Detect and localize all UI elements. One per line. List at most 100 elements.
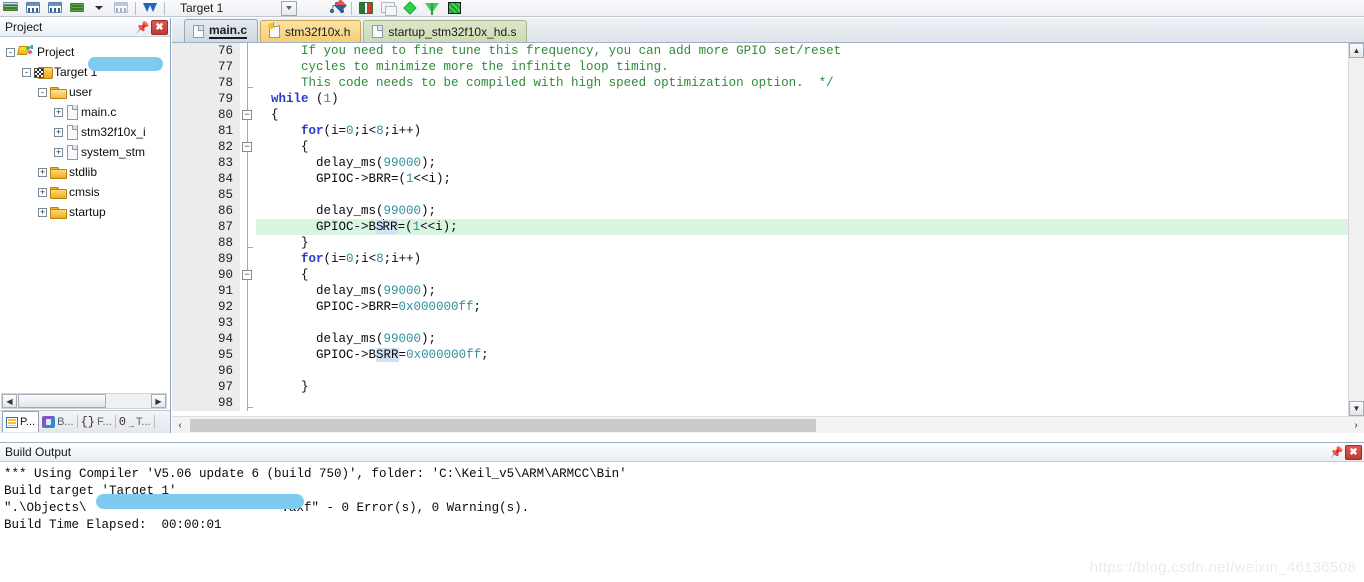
code-line[interactable]: 87 GPIOC->BSRR=(1<<i); bbox=[172, 219, 1348, 235]
tree-item-cmsis[interactable]: + cmsis bbox=[0, 182, 170, 202]
code-line[interactable]: 89 for(i=0;i<8;i++) bbox=[172, 251, 1348, 267]
fold-column[interactable] bbox=[240, 219, 256, 235]
code-line[interactable]: 80− { bbox=[172, 107, 1348, 123]
fold-column[interactable] bbox=[240, 283, 256, 299]
tab-project[interactable]: P... bbox=[2, 411, 40, 432]
editor-tab-main-c[interactable]: main.c bbox=[184, 19, 259, 42]
project-horizontal-scrollbar[interactable]: ◀ ▶ bbox=[1, 393, 167, 409]
scrollbar-thumb[interactable] bbox=[18, 394, 106, 408]
collapse-icon[interactable]: - bbox=[38, 87, 47, 97]
fold-column[interactable] bbox=[240, 347, 256, 363]
code-line[interactable]: 93 bbox=[172, 315, 1348, 331]
debug-diamond-icon[interactable] bbox=[399, 0, 421, 16]
fold-column[interactable] bbox=[240, 203, 256, 219]
code-line[interactable]: 81 for(i=0;i<8;i++) bbox=[172, 123, 1348, 139]
fold-column[interactable] bbox=[240, 251, 256, 267]
code-line[interactable]: 90− { bbox=[172, 267, 1348, 283]
target-options-icon[interactable] bbox=[326, 0, 348, 16]
close-icon[interactable]: ✖ bbox=[151, 19, 168, 35]
fold-column[interactable] bbox=[240, 299, 256, 315]
expand-icon[interactable]: + bbox=[54, 107, 63, 117]
code-line[interactable]: 79 while (1) bbox=[172, 91, 1348, 107]
tab-books[interactable]: B... bbox=[39, 411, 77, 432]
code-editor[interactable]: 76 If you need to fine tune this frequen… bbox=[172, 43, 1364, 433]
tree-item-stm32f10x-i[interactable]: + stm32f10x_i bbox=[0, 122, 170, 142]
editor-tab-stm32f10x-h[interactable]: stm32f10x.h bbox=[260, 20, 362, 42]
globe-icon[interactable] bbox=[443, 0, 465, 16]
code-line[interactable]: 97 } bbox=[172, 379, 1348, 395]
collapse-icon[interactable]: - bbox=[6, 47, 15, 57]
code-line[interactable]: 92 GPIOC->BRR=0x000000ff; bbox=[172, 299, 1348, 315]
tree-item-system-stm[interactable]: + system_stm bbox=[0, 142, 170, 162]
code-line[interactable]: 82− { bbox=[172, 139, 1348, 155]
manage-components-icon[interactable] bbox=[355, 0, 377, 16]
scroll-down-icon[interactable]: ▼ bbox=[1349, 401, 1364, 416]
code-line[interactable]: 95 GPIOC->BSRR=0x000000ff; bbox=[172, 347, 1348, 363]
books-icon[interactable] bbox=[0, 0, 22, 16]
close-icon[interactable]: ✖ bbox=[1345, 444, 1362, 460]
expand-icon[interactable]: + bbox=[38, 207, 47, 217]
fold-column[interactable] bbox=[240, 171, 256, 187]
editor-horizontal-scrollbar[interactable]: ‹ › bbox=[172, 416, 1364, 433]
tree-item-user[interactable]: - user bbox=[0, 82, 170, 102]
fold-collapse-icon[interactable]: − bbox=[242, 142, 252, 152]
scroll-up-icon[interactable]: ▲ bbox=[1349, 43, 1364, 58]
fold-collapse-icon[interactable]: − bbox=[242, 270, 252, 280]
fold-column[interactable] bbox=[240, 155, 256, 171]
download-icon[interactable] bbox=[139, 0, 161, 16]
code-line[interactable]: 96 bbox=[172, 363, 1348, 379]
code-line[interactable]: 94 delay_ms(99000); bbox=[172, 331, 1348, 347]
funnel-icon[interactable] bbox=[421, 0, 443, 16]
fold-column[interactable] bbox=[240, 43, 256, 59]
tree-item-startup[interactable]: + startup bbox=[0, 202, 170, 222]
stop-build-icon[interactable] bbox=[110, 0, 132, 16]
fold-column[interactable] bbox=[240, 379, 256, 395]
editor-vertical-scrollbar[interactable]: ▲ ▼ bbox=[1348, 43, 1364, 416]
scrollbar-thumb[interactable] bbox=[190, 418, 817, 432]
fold-column[interactable] bbox=[240, 75, 256, 91]
fold-column[interactable] bbox=[240, 331, 256, 347]
dropdown-caret-icon[interactable] bbox=[88, 0, 110, 16]
multi-project-icon[interactable] bbox=[377, 0, 399, 16]
grid-build-icon[interactable] bbox=[22, 0, 44, 16]
code-line[interactable]: 86 delay_ms(99000); bbox=[172, 203, 1348, 219]
expand-icon[interactable]: + bbox=[54, 127, 63, 137]
code-line[interactable]: 85 bbox=[172, 187, 1348, 203]
fold-column[interactable] bbox=[240, 91, 256, 107]
scrollbar-track[interactable] bbox=[188, 418, 1348, 433]
pin-icon[interactable]: 📌 bbox=[1329, 445, 1344, 460]
tree-item-main-c[interactable]: + main.c bbox=[0, 102, 170, 122]
fold-column[interactable]: − bbox=[240, 267, 256, 283]
fold-column[interactable] bbox=[240, 59, 256, 75]
target-dropdown-arrow[interactable] bbox=[281, 0, 298, 16]
fold-column[interactable] bbox=[240, 363, 256, 379]
fold-column[interactable] bbox=[240, 395, 256, 411]
code-line[interactable]: 78 This code needs to be compiled with h… bbox=[172, 75, 1348, 91]
code-line[interactable]: 84 GPIOC->BRR=(1<<i); bbox=[172, 171, 1348, 187]
fold-collapse-icon[interactable]: − bbox=[242, 110, 252, 120]
fold-column[interactable] bbox=[240, 235, 256, 251]
code-line[interactable]: 88 } bbox=[172, 235, 1348, 251]
project-tree[interactable]: - Project - Target 1- user + main.c + stm32f10x_… bbox=[0, 38, 170, 391]
code-line[interactable]: 91 delay_ms(99000); bbox=[172, 283, 1348, 299]
fold-column[interactable] bbox=[240, 187, 256, 203]
editor-tab-startup-stm32f10x-hd-s[interactable]: startup_stm32f10x_hd.s bbox=[363, 20, 528, 42]
code-line[interactable]: 77 cycles to minimize more the infinite … bbox=[172, 59, 1348, 75]
grid-rebuild-icon[interactable] bbox=[44, 0, 66, 16]
fold-column[interactable] bbox=[240, 315, 256, 331]
tree-item-stdlib[interactable]: + stdlib bbox=[0, 162, 170, 182]
code-line[interactable]: 83 delay_ms(99000); bbox=[172, 155, 1348, 171]
expand-icon[interactable]: + bbox=[54, 147, 63, 157]
fold-column[interactable]: − bbox=[240, 107, 256, 123]
code-line[interactable]: 98 bbox=[172, 395, 1348, 411]
collapse-icon[interactable]: - bbox=[22, 67, 31, 77]
batch-build-icon[interactable] bbox=[66, 0, 88, 16]
scroll-right-icon[interactable]: › bbox=[1348, 418, 1364, 433]
fold-column[interactable] bbox=[240, 123, 256, 139]
scroll-left-icon[interactable]: ‹ bbox=[172, 418, 188, 433]
expand-icon[interactable]: + bbox=[38, 167, 47, 177]
pin-icon[interactable]: 📌 bbox=[135, 20, 150, 35]
expand-icon[interactable]: + bbox=[38, 187, 47, 197]
code-line[interactable]: 76 If you need to fine tune this frequen… bbox=[172, 43, 1348, 59]
tab-templates[interactable]: 0 T... bbox=[116, 411, 154, 432]
